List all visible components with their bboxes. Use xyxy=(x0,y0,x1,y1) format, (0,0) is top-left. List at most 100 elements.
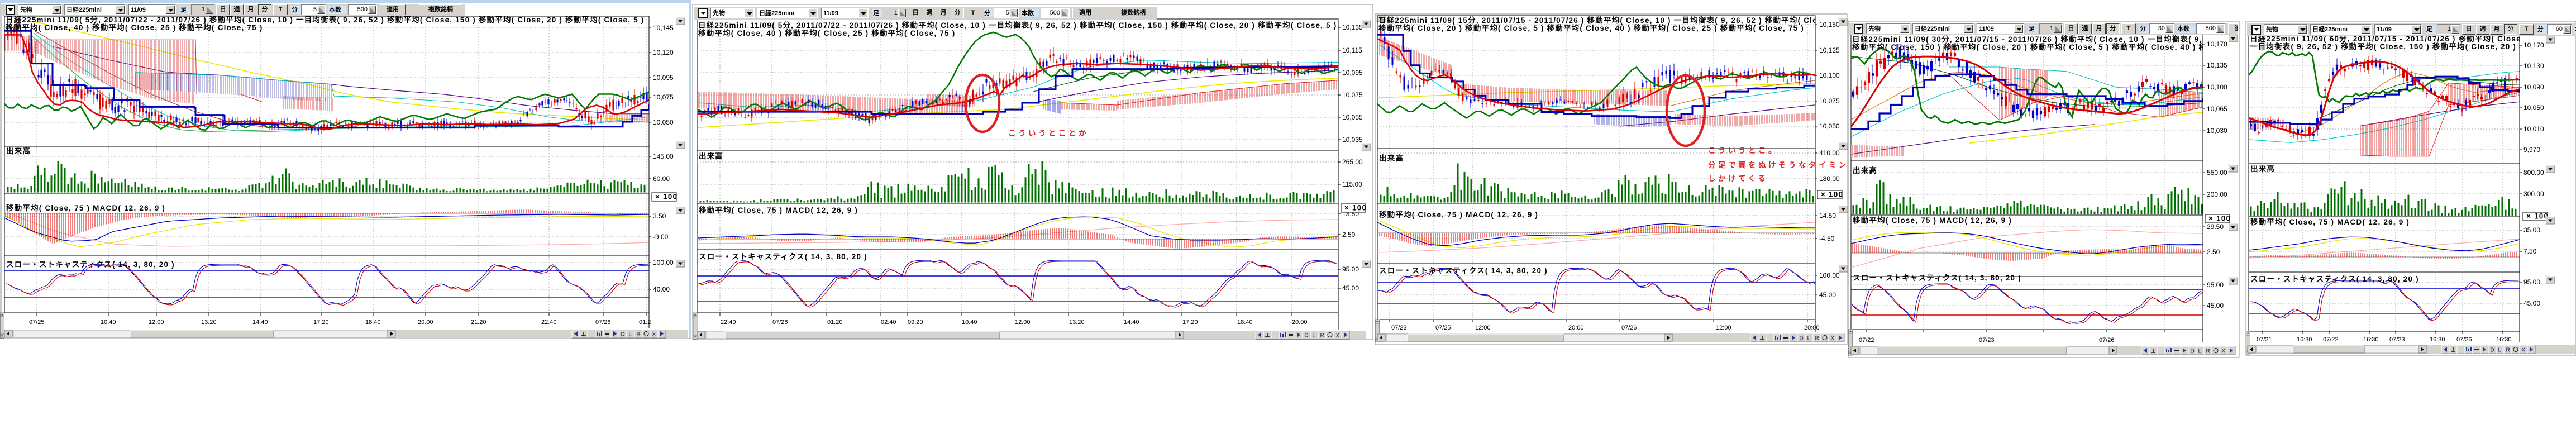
svg-text:07/26: 07/26 xyxy=(2099,337,2115,344)
svg-text:20:00: 20:00 xyxy=(1568,325,1584,331)
svg-text:10,075: 10,075 xyxy=(653,93,674,101)
svg-text:スロー・ストキャスティクス( 14, 3, 80, 20 ): スロー・ストキャスティクス( 14, 3, 80, 20 ) xyxy=(6,260,175,269)
svg-text:D: D xyxy=(621,332,625,338)
svg-text:10,170: 10,170 xyxy=(2207,40,2227,48)
svg-text:10,145: 10,145 xyxy=(653,24,674,32)
svg-text:出来高: 出来高 xyxy=(699,151,723,160)
svg-text:L: L xyxy=(1807,336,1811,342)
svg-text:22:40: 22:40 xyxy=(721,319,736,326)
svg-text:こういうとこ。: こういうとこ。 xyxy=(1708,146,1778,155)
svg-text:09:20: 09:20 xyxy=(908,319,923,326)
svg-text:14:40: 14:40 xyxy=(1124,319,1139,326)
svg-text:× 100: × 100 xyxy=(2208,214,2231,223)
svg-text:07/26: 07/26 xyxy=(2456,336,2472,343)
svg-text:3.50: 3.50 xyxy=(653,212,666,220)
svg-text:10,150: 10,150 xyxy=(1819,21,1840,28)
svg-text:10,120: 10,120 xyxy=(653,49,674,56)
svg-text:スロー・ストキャスティクス( 14, 3, 80, 20 ): スロー・ストキャスティクス( 14, 3, 80, 20 ) xyxy=(2250,275,2419,283)
svg-text:20:00: 20:00 xyxy=(1292,319,1308,326)
svg-text:移動平均( Close, 40 ) 移動平均( Clos: 移動平均( Close, 40 ) 移動平均( Close, 25 ) 移動平均… xyxy=(698,28,955,37)
svg-text:一目均衡表( 9, 26, 52 ) 移動平均( Clo: 一目均衡表( 9, 26, 52 ) 移動平均( Close, 150 ) 移動… xyxy=(2250,42,2544,51)
svg-text:10,050: 10,050 xyxy=(653,118,674,126)
svg-text:200.00: 200.00 xyxy=(2207,190,2227,198)
svg-text:日経225mini 11/09( 15分, 2011/07/: 日経225mini 11/09( 15分, 2011/07/15 - 2011/… xyxy=(1378,16,1854,25)
svg-text:移動平均( Close, 75 ) MACD( 12,: 移動平均( Close, 75 ) MACD( 12, 26, 9 ) xyxy=(1379,210,1538,219)
svg-text:10,075: 10,075 xyxy=(1342,91,1363,99)
svg-text:45.00: 45.00 xyxy=(2523,299,2540,307)
svg-text:-4.50: -4.50 xyxy=(1819,235,1835,242)
svg-text:16:30: 16:30 xyxy=(2363,336,2379,343)
svg-text:× 100: × 100 xyxy=(2526,212,2549,221)
svg-text:45.00: 45.00 xyxy=(2207,302,2224,309)
svg-text:07/21: 07/21 xyxy=(2257,336,2272,343)
svg-text:R: R xyxy=(1320,333,1324,339)
svg-text:01:20: 01:20 xyxy=(827,319,843,326)
svg-text:日経225mini 11/09( 30分, 2011/07/: 日経225mini 11/09( 30分, 2011/07/15 - 2011/… xyxy=(1852,35,2236,44)
svg-text:10,170: 10,170 xyxy=(2523,41,2544,49)
svg-text:10,090: 10,090 xyxy=(2523,83,2544,91)
svg-text:17:20: 17:20 xyxy=(1182,319,1198,326)
svg-text:35.00: 35.00 xyxy=(2523,226,2540,234)
svg-text:145.00: 145.00 xyxy=(653,152,674,160)
svg-text:10,050: 10,050 xyxy=(2523,104,2544,112)
svg-text:日経225mini 11/09( 5分, 2011/07/2: 日経225mini 11/09( 5分, 2011/07/22 - 2011/0… xyxy=(698,21,1337,30)
svg-text:9,970: 9,970 xyxy=(2523,146,2540,154)
svg-text:スロー・ストキャスティクス( 14, 3, 80, 20 ): スロー・ストキャスティクス( 14, 3, 80, 20 ) xyxy=(699,252,867,261)
svg-text:12:00: 12:00 xyxy=(1475,325,1491,331)
svg-text:移動平均( Close, 75 ) MACD( 12,: 移動平均( Close, 75 ) MACD( 12, 26, 9 ) xyxy=(6,203,165,212)
svg-text:日経225mini 11/09( 5分, 2011/07/2: 日経225mini 11/09( 5分, 2011/07/22 - 2011/0… xyxy=(6,15,645,24)
svg-text:13:20: 13:20 xyxy=(201,319,217,326)
svg-text:X: X xyxy=(1336,333,1340,339)
svg-text:出来高: 出来高 xyxy=(1853,166,1877,175)
svg-text:10,100: 10,100 xyxy=(2207,83,2227,91)
svg-text:2.50: 2.50 xyxy=(2207,248,2220,256)
svg-text:410.00: 410.00 xyxy=(1819,149,1840,157)
svg-text:14.50: 14.50 xyxy=(1819,212,1836,220)
svg-text:× 100: × 100 xyxy=(1821,190,1843,199)
svg-text:16:30: 16:30 xyxy=(2297,336,2312,343)
svg-text:21:20: 21:20 xyxy=(471,319,486,326)
svg-text:L: L xyxy=(2198,349,2202,355)
svg-text:分足で雲をぬけそうなタイミングで: 分足で雲をぬけそうなタイミングで xyxy=(1708,160,1869,169)
svg-text:移動平均( Close, 150 ) 移動平均( Clo: 移動平均( Close, 150 ) 移動平均( Close, 20 ) 移動平… xyxy=(1852,42,2224,51)
svg-text:13:20: 13:20 xyxy=(1069,319,1085,326)
svg-text:07/26: 07/26 xyxy=(772,319,788,326)
svg-text:10,030: 10,030 xyxy=(2207,127,2227,135)
svg-text:出来高: 出来高 xyxy=(2250,164,2275,173)
svg-text:12:00: 12:00 xyxy=(1716,325,1731,331)
svg-text:20:00: 20:00 xyxy=(418,319,433,326)
svg-text:95.00: 95.00 xyxy=(2523,278,2540,286)
svg-text:× 100: × 100 xyxy=(1344,204,1367,212)
svg-text:100.00: 100.00 xyxy=(653,259,674,266)
svg-text:10,055: 10,055 xyxy=(1342,113,1363,121)
svg-text:17:20: 17:20 xyxy=(313,319,329,326)
svg-text:R: R xyxy=(2206,349,2210,355)
svg-text:40.00: 40.00 xyxy=(653,285,670,293)
svg-text:L: L xyxy=(1313,333,1316,339)
svg-text:45.00: 45.00 xyxy=(1819,291,1836,299)
svg-text:07/26: 07/26 xyxy=(595,319,611,326)
svg-text:10,095: 10,095 xyxy=(653,74,674,82)
svg-text:移動平均( Close, 40 ) 移動平均( Clos: 移動平均( Close, 40 ) 移動平均( Close, 25 ) 移動平均… xyxy=(6,23,263,32)
svg-text:10,075: 10,075 xyxy=(1819,97,1840,105)
svg-text:18:40: 18:40 xyxy=(1237,319,1253,326)
svg-text:X: X xyxy=(1831,336,1835,342)
svg-text:10,095: 10,095 xyxy=(1342,69,1363,77)
svg-text:10,135: 10,135 xyxy=(1342,23,1363,31)
svg-text:100.00: 100.00 xyxy=(1819,271,1840,279)
svg-text:07/22: 07/22 xyxy=(2323,336,2339,343)
svg-text:10,010: 10,010 xyxy=(2523,125,2544,133)
svg-text:7.50: 7.50 xyxy=(2523,247,2537,255)
svg-text:10,130: 10,130 xyxy=(2523,62,2544,70)
svg-text:20:00: 20:00 xyxy=(1804,325,1820,331)
svg-text:X: X xyxy=(652,332,656,338)
svg-text:60.00: 60.00 xyxy=(653,175,670,183)
svg-text:07/25: 07/25 xyxy=(1435,325,1451,331)
svg-text:R: R xyxy=(2506,347,2510,354)
svg-text:D: D xyxy=(2491,347,2494,354)
svg-text:07/25: 07/25 xyxy=(29,319,45,326)
svg-text:07/23: 07/23 xyxy=(1979,337,1995,344)
svg-text:× 100: × 100 xyxy=(655,193,678,201)
svg-text:しかけてくる: しかけてくる xyxy=(1708,174,1768,183)
svg-text:10,035: 10,035 xyxy=(1342,136,1363,144)
